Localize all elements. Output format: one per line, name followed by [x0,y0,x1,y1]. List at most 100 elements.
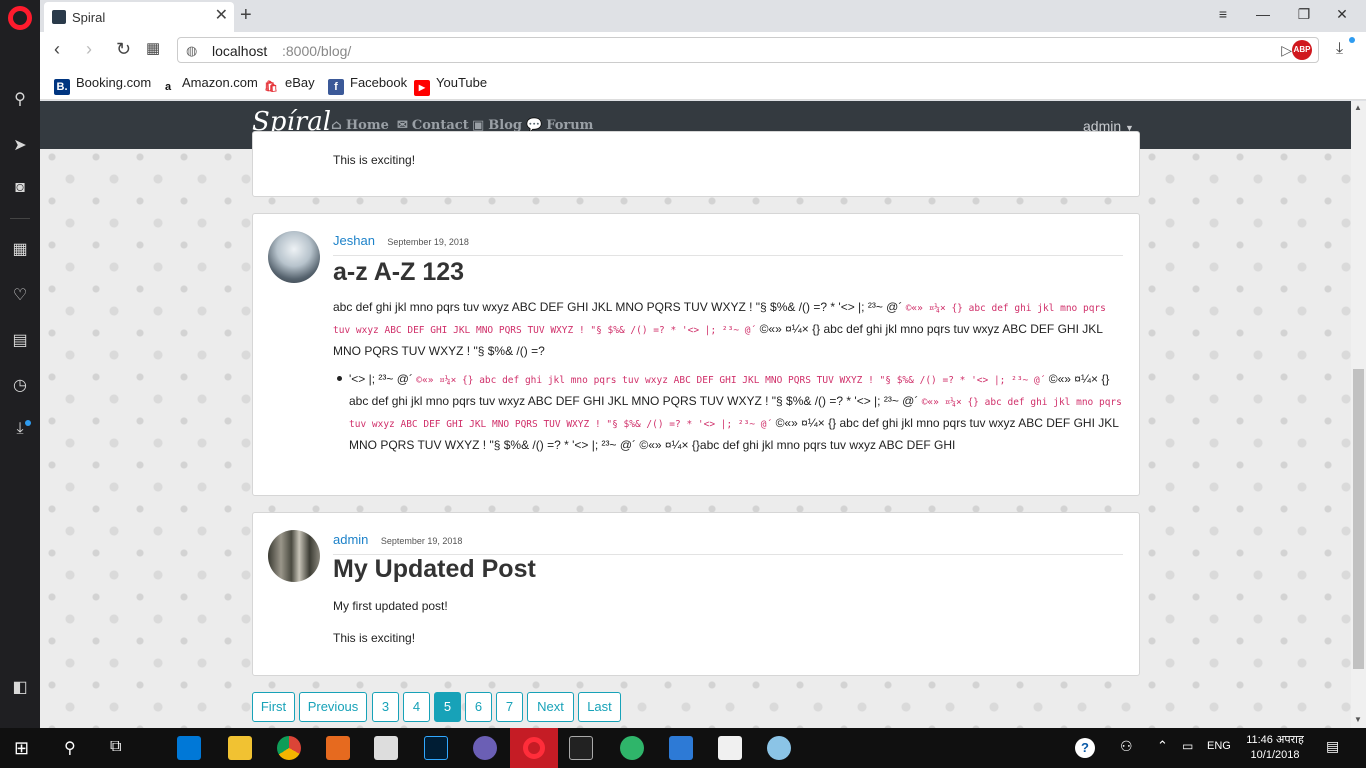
sidebar-divider [10,218,30,219]
store-icon[interactable] [177,736,201,760]
help-icon[interactable]: ? [1075,738,1095,758]
pagination-page[interactable]: 6 [465,692,492,722]
post-paragraph: This is exciting! [333,153,416,167]
post-date: September 19, 2018 [387,237,469,247]
scroll-up-icon[interactable]: ▲ [1354,103,1362,112]
amazon-icon: a [164,81,172,93]
tab-menu-icon[interactable]: ≡ [1213,4,1233,24]
inline-code: ©«» ¤¼× {} abc def ghi jkl mno pqrs tuv … [416,375,1046,386]
photoshop-icon[interactable] [424,736,448,760]
pagination-next[interactable]: Next [527,692,574,722]
search-icon[interactable]: ⚲ [64,738,76,758]
opera-sidebar: ⚲ ➤ ◙ ▦ ♡ ▤ ◷ ⤓ ◧ [0,0,40,728]
atom-icon[interactable] [620,736,644,760]
minimize-icon[interactable]: — [1253,4,1273,24]
send-icon[interactable]: ➤ [8,134,32,158]
adblock-plus-icon[interactable]: ABP [1292,40,1312,60]
post-title[interactable]: a-z A-Z 123 [333,258,464,287]
pagination-page[interactable]: 3 [372,692,399,722]
post-author[interactable]: admin [333,532,368,547]
forward-icon[interactable]: › [86,40,92,58]
windows-start-icon[interactable]: ⊞ [14,738,29,759]
paint-icon[interactable] [767,736,791,760]
back-icon[interactable]: ‹ [54,40,60,58]
bookmark-label: Booking.com [76,75,152,90]
url-path: :8000/blog/ [282,43,352,59]
bullet-icon [337,376,342,381]
bookmark-ebay[interactable]: 🛍 eBay [263,75,315,95]
heart-icon[interactable]: ♡ [8,284,32,308]
post-card: This is exciting! [252,131,1140,197]
pagination-last[interactable]: Last [578,692,621,722]
page-viewport: Spíral ⌂ Home ✉ Contact ▣ Blog 💬 Forum admin… [40,101,1351,728]
url-field[interactable]: ◍ localhost :8000/blog/ ▷ ♡ [177,37,1319,63]
people-icon[interactable]: ⚇ [1120,738,1133,755]
terminal-icon[interactable] [569,736,593,760]
download-icon[interactable]: ⤓ [1336,40,1343,58]
torrent-icon[interactable] [473,736,497,760]
address-row: ‹ › ↻ ▦ ◍ localhost :8000/blog/ ▷ ♡ ABP … [40,32,1366,68]
opera-logo-icon[interactable] [8,6,32,30]
post-paragraph: abc def ghi jkl mno pqrs tuv wxyz ABC DE… [333,297,1125,361]
history-icon[interactable]: ◷ [8,374,32,398]
text-run: abc def ghi jkl mno pqrs tuv wxyz ABC DE… [333,300,906,314]
restore-icon[interactable]: ❐ [1294,4,1314,24]
tab-spiral[interactable]: Spiral ✕ [44,2,234,32]
avatar [268,231,320,283]
pagination-previous[interactable]: Previous [299,692,367,722]
bookmark-label: Amazon.com [182,75,258,90]
tray-chevron-icon[interactable]: ⌃ [1157,738,1168,754]
page-scrollbar[interactable]: ▲ ▼ [1351,101,1366,728]
news-icon[interactable]: ▤ [8,329,32,353]
notification-dot [25,420,31,426]
booking-icon: B. [54,79,70,95]
pagination-page[interactable]: 7 [496,692,523,722]
download-notification-dot [1349,37,1355,43]
send-page-icon[interactable]: ▷ [1281,42,1292,59]
media-player-icon[interactable] [326,736,350,760]
chrome-icon[interactable] [277,736,301,760]
post-date: September 19, 2018 [380,536,463,546]
language-indicator[interactable]: ENG [1207,740,1231,752]
new-tab-icon[interactable]: + [240,5,252,25]
post-author[interactable]: Jeshan [333,233,375,248]
post-card: admin September 19, 2018 My Updated Post… [252,512,1140,676]
globe-icon: ◍ [186,43,198,58]
task-view-icon[interactable]: ⧉ [110,738,121,756]
bookmark-amazon[interactable]: a Amazon.com [160,75,258,95]
bookmark-booking[interactable]: B. Booking.com [54,75,151,95]
scroll-down-icon[interactable]: ▼ [1354,715,1362,724]
camera-icon[interactable]: ◙ [8,176,32,200]
vscode-icon[interactable] [669,736,693,760]
tab-title: Spiral [72,10,106,25]
file-explorer-icon[interactable] [228,736,252,760]
pagination-first[interactable]: First [252,692,295,722]
post-meta: admin September 19, 2018 [333,531,1123,555]
tabs-grid-icon[interactable]: ▦ [146,40,160,58]
clock-time[interactable]: 11:46 अपराह [1240,732,1310,747]
taskbar-opera-active[interactable] [510,728,558,768]
pagination-page[interactable]: 4 [403,692,430,722]
mail-icon[interactable] [374,736,398,760]
post-title[interactable]: My Updated Post [333,555,536,584]
clock-date[interactable]: 10/1/2018 [1240,749,1310,761]
facebook-icon: f [328,79,344,95]
photos-icon[interactable] [718,736,742,760]
text-run: '<> |; ²³~ @´ [349,372,417,386]
post-paragraph: This is exciting! [333,631,416,645]
search-icon[interactable]: ⚲ [8,88,32,112]
pagination-page-active[interactable]: 5 [434,692,461,722]
notifications-icon[interactable]: ▤ [1326,738,1339,755]
bookmark-youtube[interactable]: ▶ YouTube [414,75,487,96]
tab-bar: Spiral ✕ + ≡ — ❐ ✕ [40,0,1366,32]
bookmark-facebook[interactable]: f Facebook [328,75,407,95]
close-tab-icon[interactable]: ✕ [215,8,228,24]
close-window-icon[interactable]: ✕ [1332,4,1352,24]
windows-taskbar: ⊞ ⚲ ⧉ ? ⚇ ⌃ ▭ ENG 11:46 अपराह 10/1/2018 … [0,728,1366,768]
speed-dial-icon[interactable]: ▦ [8,238,32,262]
bookmark-label: Facebook [350,75,408,90]
reload-icon[interactable]: ↻ [116,40,131,58]
sidebar-toggle-icon[interactable]: ◧ [8,676,32,700]
battery-icon[interactable]: ▭ [1182,739,1193,753]
scroll-thumb[interactable] [1353,369,1364,669]
